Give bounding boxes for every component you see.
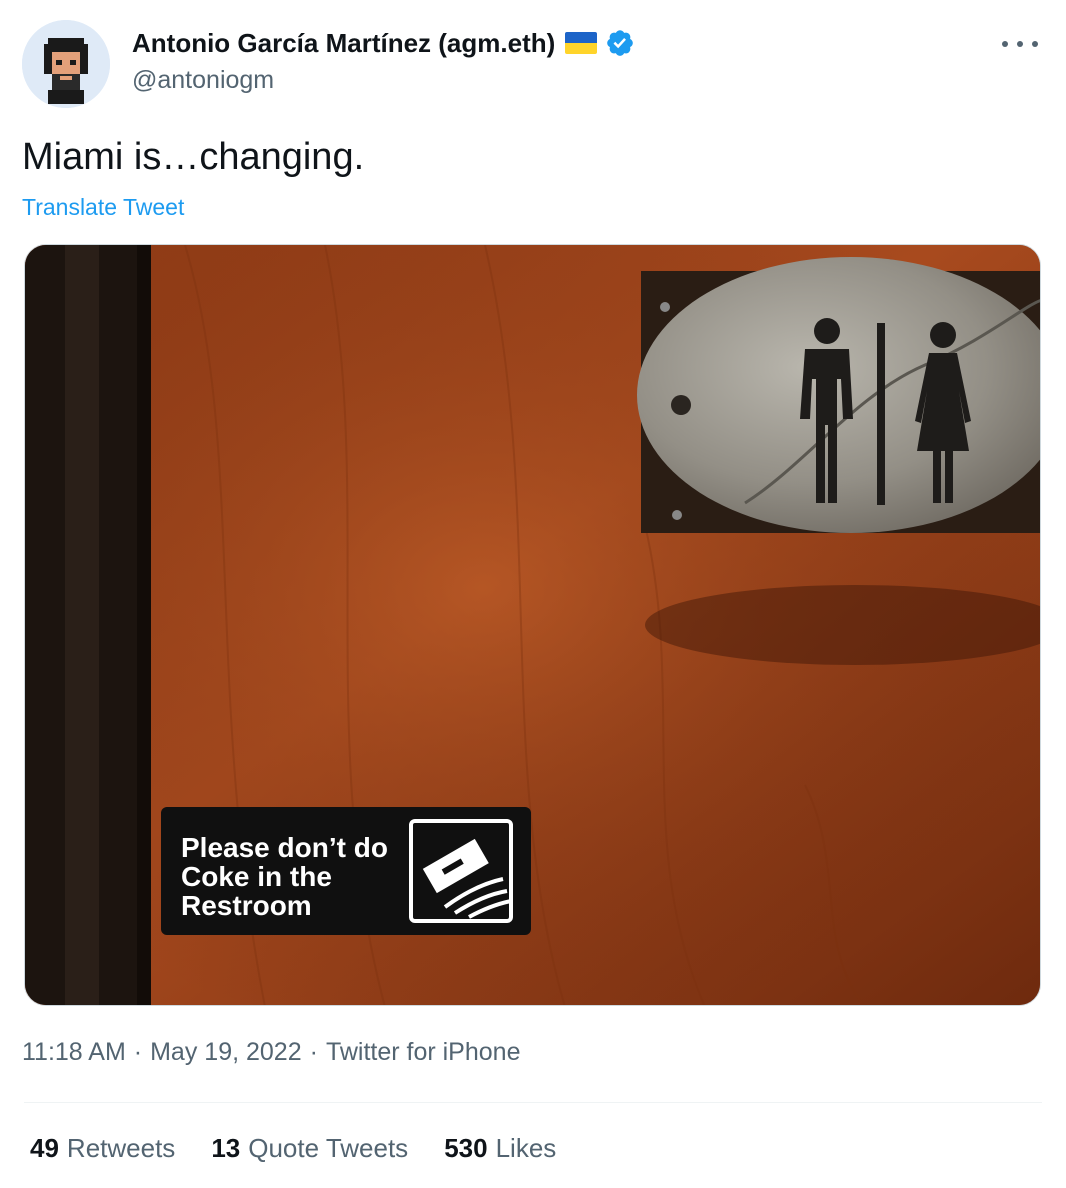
translate-tweet-link[interactable]: Translate Tweet xyxy=(22,194,184,221)
ukraine-flag-icon xyxy=(565,32,598,54)
divider xyxy=(24,1102,1042,1103)
quote-tweets-label: Quote Tweets xyxy=(248,1133,409,1163)
tweet-photo[interactable]: Please don’t do Coke in the Restroom xyxy=(24,244,1041,1006)
tweet-text: Miami is…changing. xyxy=(22,136,365,178)
pixel-avatar-image xyxy=(22,20,110,108)
retweets-stat[interactable]: 49 Retweets xyxy=(30,1133,175,1164)
tweet-source[interactable]: Twitter for iPhone xyxy=(326,1038,521,1067)
verified-badge-icon xyxy=(607,30,634,56)
sign-line-2: Coke in the xyxy=(181,861,332,892)
separator-dot: · xyxy=(133,1038,143,1066)
sign-line-1: Please don’t do xyxy=(181,832,388,863)
quote-tweets-count: 13 xyxy=(211,1133,241,1163)
likes-label: Likes xyxy=(495,1133,557,1163)
tweet-header: Antonio García Martínez (agm.eth) @anton… xyxy=(22,20,1044,108)
likes-count: 530 xyxy=(444,1133,488,1163)
likes-stat[interactable]: 530 Likes xyxy=(444,1133,556,1164)
tweet-stats: 49 Retweets 13 Quote Tweets 530 Likes xyxy=(30,1133,592,1164)
separator-dot: · xyxy=(309,1038,318,1066)
restroom-warning-sign: Please don’t do Coke in the Restroom xyxy=(161,807,531,935)
author-name-row: Antonio García Martínez (agm.eth) xyxy=(132,26,635,60)
tweet-time[interactable]: 11:18 AM xyxy=(22,1038,126,1067)
more-options-icon[interactable] xyxy=(1002,34,1038,54)
restroom-door-photo: Please don’t do Coke in the Restroom xyxy=(25,245,1040,1005)
author-display-name[interactable]: Antonio García Martínez (agm.eth) xyxy=(132,28,555,59)
tweet-date[interactable]: May 19, 2022 xyxy=(150,1038,302,1067)
tweet-timestamp: 11:18 AM · May 19, 2022 · Twitter for iP… xyxy=(22,1038,520,1067)
sign-line-3: Restroom xyxy=(181,890,312,921)
retweets-count: 49 xyxy=(30,1133,59,1163)
avatar[interactable] xyxy=(22,20,110,108)
quote-tweets-stat[interactable]: 13 Quote Tweets xyxy=(211,1133,408,1164)
author-handle[interactable]: @antoniogm xyxy=(132,66,635,95)
author-info: Antonio García Martínez (agm.eth) @anton… xyxy=(132,26,635,95)
retweets-label: Retweets xyxy=(66,1133,176,1163)
